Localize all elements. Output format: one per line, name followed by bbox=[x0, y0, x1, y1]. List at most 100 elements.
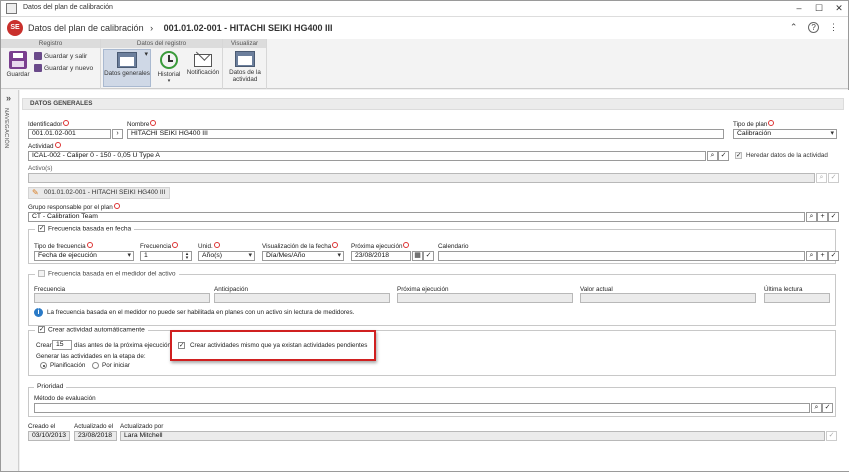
inherit-data-checkbox[interactable]: ✓ bbox=[735, 152, 742, 159]
days-field[interactable]: 15 bbox=[52, 340, 72, 350]
history-button[interactable]: Historial ▾ bbox=[154, 51, 184, 87]
app-icon bbox=[6, 3, 17, 14]
clear-icon[interactable]: ✓ bbox=[822, 403, 833, 413]
required-icon bbox=[172, 242, 179, 249]
planning-radio[interactable] bbox=[40, 362, 47, 369]
record-title: 001.01.02-001 - HITACHI SEIKI HG400 III bbox=[163, 23, 333, 33]
pending-activities-checkbox[interactable]: ✓ bbox=[178, 342, 185, 349]
meter-frequency-header: Frecuencia basada en el medidor del acti… bbox=[35, 270, 179, 278]
name-field[interactable]: HITACHI SEIKI HG400 III bbox=[127, 129, 724, 139]
evaluation-method-field[interactable] bbox=[34, 403, 810, 413]
search-icon[interactable]: ⌕ bbox=[816, 173, 827, 183]
activity-label: Actividad bbox=[28, 142, 61, 150]
auto-create-checkbox[interactable]: ✓ bbox=[38, 326, 45, 333]
collapse-icon[interactable]: ⌃ bbox=[787, 22, 800, 35]
general-data-button[interactable]: Datos generales bbox=[103, 49, 151, 87]
window-icon bbox=[117, 52, 137, 68]
search-icon[interactable]: ⌕ bbox=[806, 212, 817, 222]
search-icon[interactable]: ⌕ bbox=[806, 251, 817, 261]
assets-field[interactable] bbox=[28, 173, 815, 183]
page-title: Datos del plan de calibración › 001.01.0… bbox=[28, 23, 333, 33]
clear-icon[interactable]: ✓ bbox=[826, 431, 837, 441]
pencil-icon: ✎ bbox=[32, 188, 39, 197]
breadcrumb-separator: › bbox=[150, 23, 154, 33]
minimize-icon[interactable]: – bbox=[791, 2, 807, 15]
updated-by-label: Actualizado por bbox=[120, 423, 164, 430]
date-display-select[interactable]: Día/Mes/Año bbox=[262, 251, 344, 261]
required-icon bbox=[150, 120, 157, 127]
meter-last-field bbox=[764, 293, 830, 303]
expand-nav-icon[interactable]: » bbox=[6, 93, 11, 103]
unit-select[interactable]: Año(s) bbox=[198, 251, 255, 261]
clear-icon[interactable]: ✓ bbox=[828, 173, 839, 183]
next-execution-field[interactable]: 23/08/2018 bbox=[351, 251, 411, 261]
ribbon-group-visualizar: Visualizar Datos de la actividad bbox=[223, 39, 267, 89]
created-label: Creado el bbox=[28, 423, 56, 430]
calendar-field[interactable] bbox=[438, 251, 805, 261]
close-icon[interactable]: ✕ bbox=[831, 2, 847, 15]
save-exit-label: Guardar y salir bbox=[44, 52, 88, 60]
asset-chip[interactable]: ✎ 001.01.02-001 - HITACHI SEIKI HG400 II… bbox=[28, 187, 170, 199]
clear-icon[interactable]: ✓ bbox=[828, 251, 839, 261]
save-button[interactable]: Guardar bbox=[5, 51, 31, 85]
required-icon bbox=[768, 120, 775, 127]
required-icon bbox=[86, 242, 93, 249]
clear-icon[interactable]: ✓ bbox=[718, 151, 729, 161]
logo-icon: SE bbox=[7, 20, 23, 36]
next-execution-label: Próxima ejecución bbox=[351, 242, 410, 250]
activity-field[interactable]: ICAL-002 - Caliper 0 - 150 - 0,05 U Type… bbox=[28, 151, 706, 161]
name-label: Nombre bbox=[127, 120, 157, 128]
maximize-icon[interactable]: ☐ bbox=[811, 2, 827, 15]
date-frequency-checkbox[interactable]: ✓ bbox=[38, 225, 45, 232]
to-start-radio[interactable] bbox=[92, 362, 99, 369]
search-icon[interactable]: ⌕ bbox=[811, 403, 822, 413]
navigation-label: NAVEGACIÓN bbox=[3, 108, 9, 149]
inherit-data-label: Heredar datos de la actividad bbox=[746, 152, 828, 159]
help-icon[interactable]: ? bbox=[808, 22, 820, 33]
identifier-field[interactable]: 001.01.02-001 bbox=[28, 129, 111, 139]
auto-create-panel bbox=[28, 330, 836, 376]
floppy-icon bbox=[9, 51, 27, 69]
group-field[interactable]: CT - Calibration Team bbox=[28, 212, 805, 222]
updated-field: 23/08/2018 bbox=[74, 431, 117, 441]
search-icon[interactable]: ⌕ bbox=[707, 151, 718, 161]
add-icon[interactable]: + bbox=[817, 212, 828, 222]
ribbon-group-title: Datos del registro bbox=[101, 39, 222, 48]
meter-frequency-field bbox=[34, 293, 210, 303]
next-arrow-button[interactable]: › bbox=[112, 129, 123, 139]
floppy-small-icon bbox=[34, 52, 42, 60]
calendar-icon[interactable]: ▦ bbox=[412, 251, 423, 261]
stepper-arrows-icon[interactable]: ▴ ▾ bbox=[182, 251, 192, 261]
meter-value-field bbox=[580, 293, 756, 303]
save-and-new-button[interactable]: Guardar y nuevo bbox=[34, 64, 93, 72]
meter-frequency-checkbox[interactable] bbox=[38, 270, 45, 277]
date-frequency-title: Frecuencia basada en fecha bbox=[48, 225, 132, 233]
save-and-exit-button[interactable]: Guardar y salir bbox=[34, 52, 87, 60]
ribbon-group-datos: Datos del registro Datos generales Histo… bbox=[101, 39, 223, 89]
plan-type-label: Tipo de plan bbox=[733, 120, 775, 128]
notification-button[interactable]: Notificación bbox=[185, 46, 221, 85]
frequency-label: Frecuencia bbox=[140, 242, 179, 250]
ribbon-group-title: Registro bbox=[1, 39, 100, 48]
clear-icon[interactable]: ✓ bbox=[423, 251, 434, 261]
stage-label: Generar las actividades en la etapa de: bbox=[36, 353, 146, 360]
clear-icon[interactable]: ✓ bbox=[828, 212, 839, 222]
more-icon[interactable]: ⋮ bbox=[827, 22, 840, 35]
breadcrumb-prefix: Datos del plan de calibración bbox=[28, 23, 144, 33]
navigation-panel[interactable]: » NAVEGACIÓN bbox=[1, 90, 19, 471]
history-label: Historial bbox=[157, 71, 181, 78]
meter-info-text: La frecuencia basada en el medidor no pu… bbox=[47, 309, 355, 316]
add-icon[interactable]: + bbox=[817, 251, 828, 261]
group-label: Grupo responsable por el plan bbox=[28, 203, 120, 211]
calendar-label: Calendario bbox=[438, 243, 469, 250]
chevron-down-icon: ▾ bbox=[167, 78, 171, 84]
frequency-type-select[interactable]: Fecha de ejecución bbox=[34, 251, 134, 261]
to-start-label: Por iniciar bbox=[102, 362, 130, 369]
activity-data-button[interactable]: Datos de la actividad bbox=[225, 51, 265, 87]
pending-activities-label: Crear actividades mismo que ya existan a… bbox=[190, 342, 368, 349]
unit-label: Unid. bbox=[198, 242, 220, 250]
required-icon bbox=[113, 203, 120, 210]
plan-type-select[interactable]: Calibración bbox=[733, 129, 837, 139]
window-titlebar: Datos del plan de calibración – ☐ ✕ bbox=[1, 1, 848, 17]
date-display-label: Visualización de la fecha bbox=[262, 242, 339, 250]
